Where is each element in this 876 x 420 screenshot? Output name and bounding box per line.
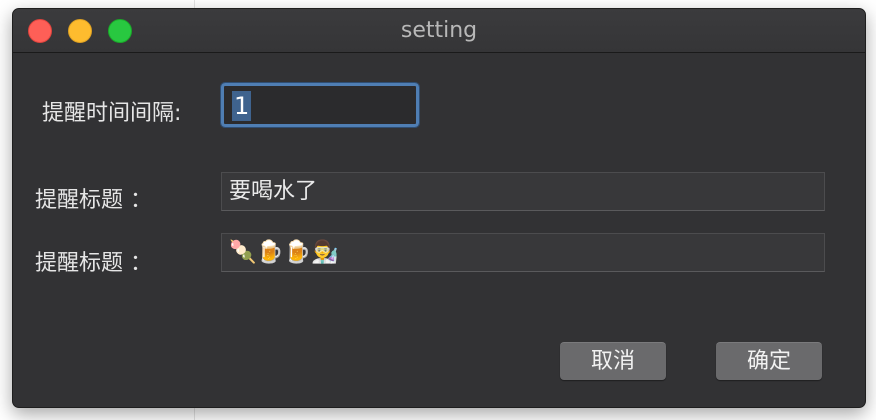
interval-input-value: 1 bbox=[232, 91, 252, 121]
interval-input[interactable]: 1 bbox=[220, 82, 420, 128]
zoom-icon[interactable] bbox=[108, 19, 132, 43]
window-title: setting bbox=[400, 18, 478, 43]
title-bar[interactable]: setting bbox=[13, 9, 865, 53]
content-label: 提醒标题 ： bbox=[35, 251, 152, 276]
title-input[interactable]: 要喝水了 bbox=[221, 172, 825, 211]
close-icon[interactable] bbox=[28, 19, 52, 43]
content-input[interactable]: 🍡🍺🍺👨‍🔬 bbox=[221, 233, 825, 272]
settings-window: setting 提醒时间间隔: 1 提醒标题 ： 要喝水了 提醒标题 ： 🍡🍺🍺… bbox=[12, 8, 866, 408]
cancel-button[interactable]: 取消 bbox=[560, 342, 666, 380]
confirm-button[interactable]: 确定 bbox=[716, 342, 822, 380]
title-label: 提醒标题 ： bbox=[35, 188, 152, 213]
minimize-icon[interactable] bbox=[68, 19, 92, 43]
interval-label: 提醒时间间隔: bbox=[42, 101, 182, 126]
